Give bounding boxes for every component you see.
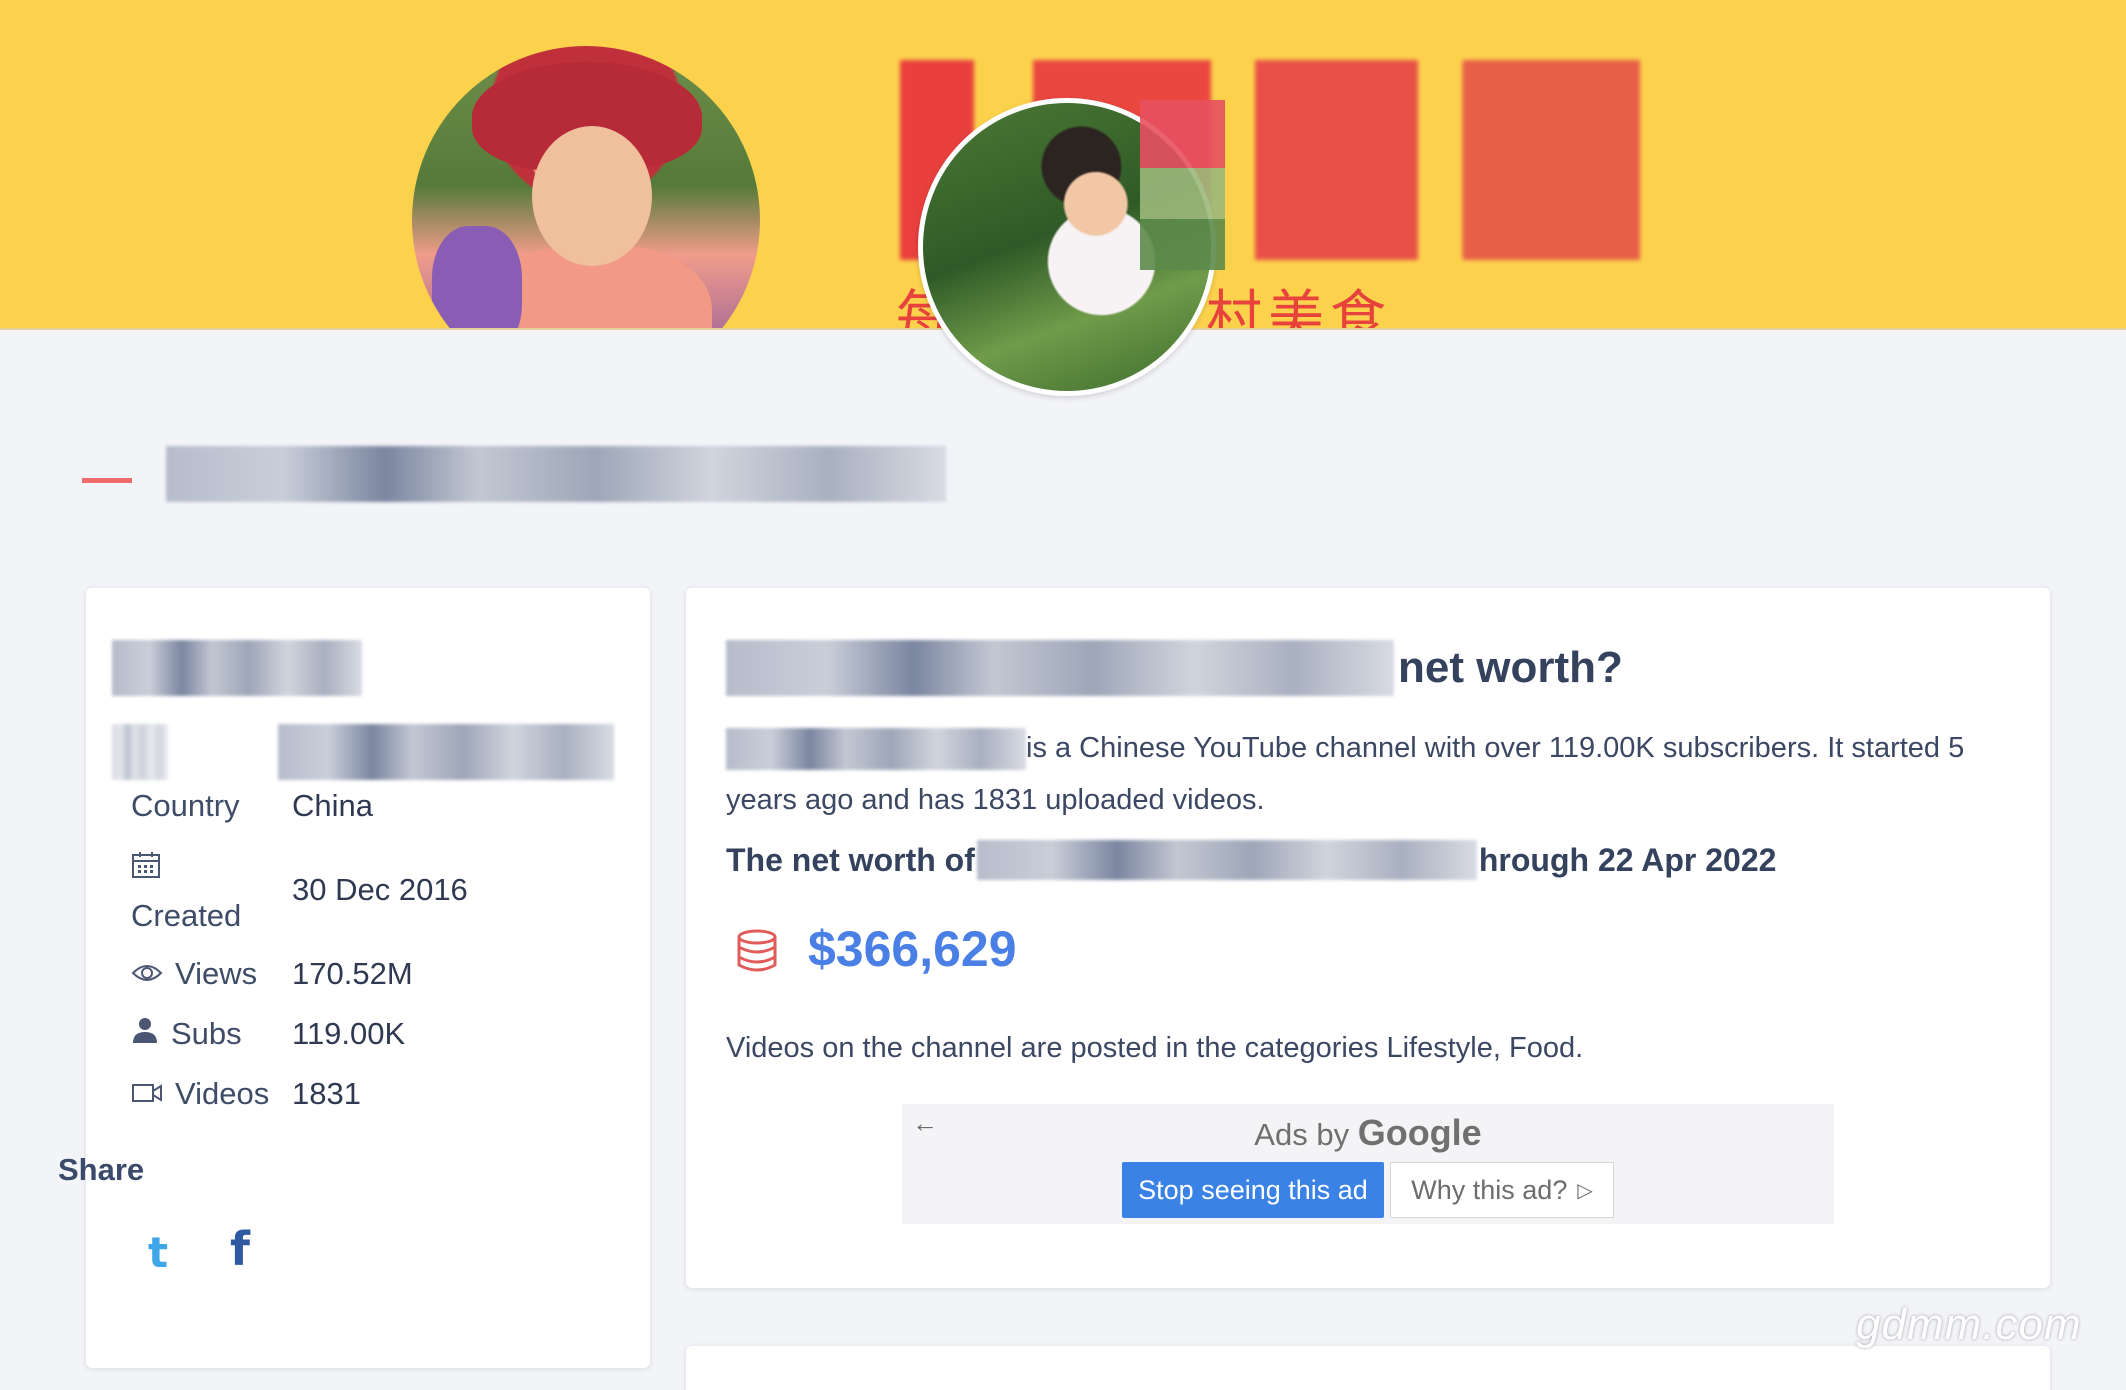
google-ad-box: ← Ads by Google Stop seeing this ad Why … xyxy=(902,1104,1834,1224)
avatar-pixelated-overlay xyxy=(1140,100,1225,270)
row-value-pixelated xyxy=(278,724,614,780)
title-accent-dash xyxy=(82,478,132,483)
calendar-icon xyxy=(131,850,161,885)
user-icon xyxy=(131,1016,159,1052)
card-title-pixelated xyxy=(112,640,362,696)
videos-value: 1831 xyxy=(292,1076,361,1111)
channel-intro: is a Chinese YouTube channel with over 1… xyxy=(726,722,2016,826)
watermark: gdmm.com xyxy=(1856,1300,2082,1349)
categories-text: Videos on the channel are posted in the … xyxy=(726,1032,1584,1064)
subs-label: Subs xyxy=(131,1016,242,1052)
banner-photo xyxy=(412,46,760,330)
next-card xyxy=(686,1346,2050,1390)
eye-icon xyxy=(131,956,163,992)
channel-name-pixelated xyxy=(976,840,1477,880)
views-value: 170.52M xyxy=(292,956,413,991)
country-label: Country xyxy=(131,788,240,823)
net-worth-statement: The net worth of hrough 22 Apr 2022 xyxy=(726,840,1776,880)
country-value: China xyxy=(292,788,373,823)
created-value: 30 Dec 2016 xyxy=(292,872,468,907)
ad-choices-icon: ▷ xyxy=(1577,1179,1593,1202)
video-camera-icon xyxy=(131,1076,163,1112)
net-worth-card: net worth? is a Chinese YouTube channel … xyxy=(686,588,2050,1288)
coins-icon xyxy=(736,928,778,974)
twitter-icon[interactable]: t xyxy=(148,1228,168,1277)
row-icon-pixelated xyxy=(112,724,168,780)
why-this-ad-button[interactable]: Why this ad? ▷ xyxy=(1390,1162,1614,1218)
ads-by-google: Ads by Google xyxy=(1254,1112,1482,1153)
videos-label: Videos xyxy=(131,1076,269,1112)
views-label: Views xyxy=(131,956,257,992)
net-worth-value: $366,629 xyxy=(808,921,1017,977)
channel-name-pixelated xyxy=(726,728,1026,771)
channel-name-pixelated xyxy=(166,446,946,502)
channel-name-pixelated xyxy=(726,640,1394,696)
created-label: Created xyxy=(131,898,242,933)
net-worth-heading: net worth? xyxy=(726,640,1623,696)
facebook-icon[interactable]: f xyxy=(230,1222,250,1276)
stop-seeing-ad-button[interactable]: Stop seeing this ad xyxy=(1122,1162,1384,1218)
subs-value: 119.00K xyxy=(292,1016,406,1051)
share-title: Share xyxy=(58,1152,145,1187)
